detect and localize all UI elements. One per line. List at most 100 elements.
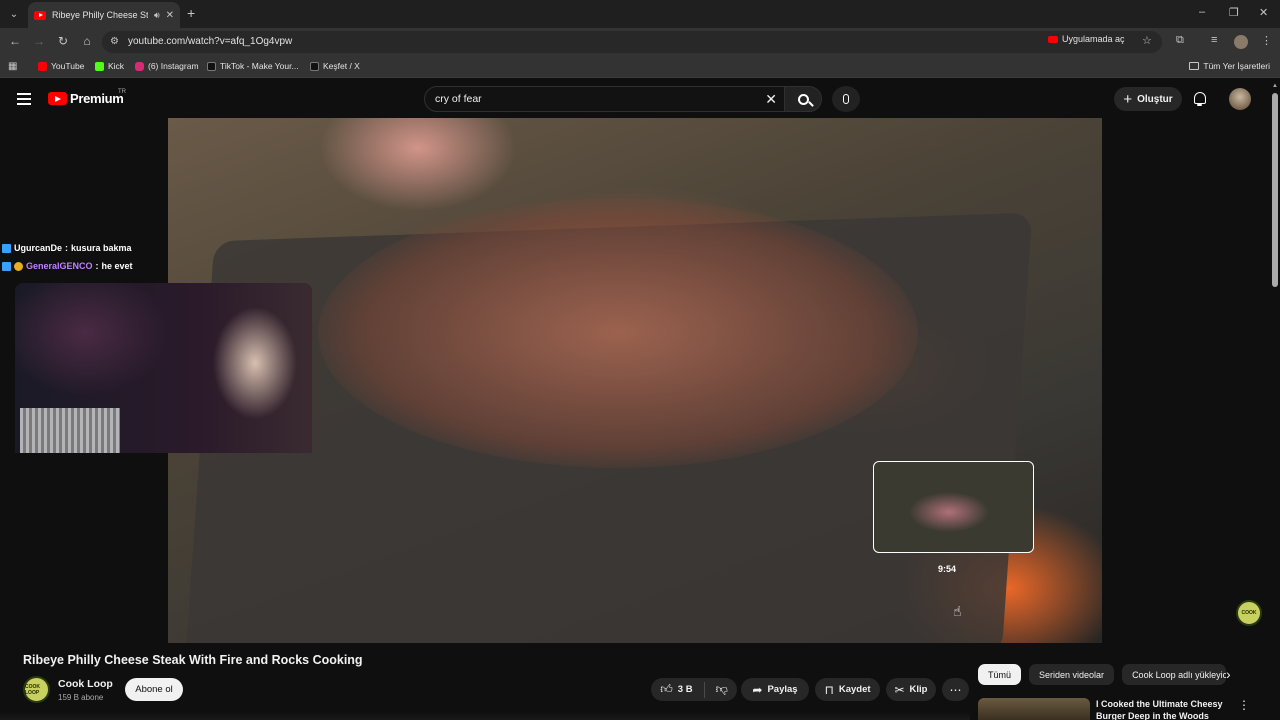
chat-message: he evet	[101, 261, 133, 271]
tab-search-chevron-icon[interactable]: ⌄	[4, 4, 24, 24]
stream-chat-message: UgurcanDe : kusura bakma	[2, 243, 132, 253]
account-avatar[interactable]	[1229, 88, 1251, 110]
chat-badge-icon	[2, 261, 11, 271]
kick-icon	[95, 61, 104, 71]
mouse-pointer-icon: ☝︎	[953, 603, 962, 619]
save-button[interactable]: ⊓ Kaydet	[815, 678, 880, 701]
clip-button[interactable]: ✂ Klip	[886, 678, 936, 701]
logo-text: Premium	[70, 91, 124, 106]
back-arrow-icon[interactable]: ←	[7, 34, 23, 48]
bookmark-youtube[interactable]: YouTube	[38, 61, 84, 71]
page-bottom-fade	[0, 712, 970, 720]
search-query[interactable]: cry of fear	[435, 93, 482, 105]
clip-label: Klip	[909, 684, 928, 695]
instagram-icon	[135, 61, 144, 71]
voice-search-button[interactable]	[832, 86, 860, 112]
site-settings-icon[interactable]: ⚙︎	[110, 36, 119, 47]
address-url[interactable]: youtube.com/watch?v=afq_1Og4vpw	[128, 36, 292, 47]
extensions-puzzle-icon[interactable]: ⧉	[1176, 34, 1184, 47]
minimize-window-button[interactable]: –	[1199, 6, 1205, 18]
channel-watermark-logo[interactable]: COOK	[1236, 600, 1262, 626]
folder-icon	[1189, 62, 1200, 70]
bookmark-x[interactable]: Keşfet / X	[310, 61, 360, 71]
bookmarks-bar: ▦ YouTube Kick (6) Instagram TikTok - Ma…	[0, 56, 1280, 78]
youtube-favicon-icon	[34, 10, 46, 20]
all-bookmarks-label: Tüm Yer İşaretleri	[1203, 61, 1270, 71]
more-actions-button[interactable]: ⋯	[942, 678, 969, 701]
apps-grid-icon[interactable]: ▦	[8, 61, 17, 72]
country-code: TR	[118, 89, 126, 95]
menu-hamburger-icon[interactable]	[17, 93, 31, 105]
tab-close-icon[interactable]: ✕	[166, 10, 174, 21]
forward-arrow-icon[interactable]: →	[31, 34, 47, 48]
chip-all[interactable]: Tümü	[978, 664, 1022, 685]
recommended-more-kebab-icon[interactable]: ⋮	[1238, 698, 1250, 712]
address-bar[interactable]: ⚙︎ youtube.com/watch?v=afq_1Og4vpw	[102, 31, 1162, 53]
youtube-premium-logo[interactable]: Premium	[48, 91, 124, 106]
page-scrollbar[interactable]: ▲	[1270, 81, 1280, 720]
chat-subscriber-badge-icon	[14, 261, 23, 271]
bookmark-save-icon: ⊓	[824, 682, 834, 697]
all-bookmarks-button[interactable]: Tüm Yer İşaretleri	[1189, 61, 1270, 71]
streamer-webcam-overlay	[15, 283, 312, 453]
scroll-up-arrow-icon[interactable]: ▲	[1272, 83, 1278, 89]
share-arrow-icon: ➦	[752, 682, 763, 697]
recommended-video-thumbnail[interactable]	[978, 698, 1090, 720]
browser-menu-kebab-icon[interactable]: ⋮	[1261, 34, 1272, 47]
microphone-icon	[843, 94, 849, 104]
scrollbar-thumb[interactable]	[1272, 93, 1278, 287]
recommended-video-title[interactable]: I Cooked the Ultimate Cheesy Burger Deep…	[1096, 698, 1224, 720]
plus-icon: +	[1123, 90, 1133, 108]
subscribe-button[interactable]: Abone ol	[125, 678, 183, 701]
channel-name[interactable]: Cook Loop	[58, 678, 113, 690]
clear-search-icon[interactable]: ✕	[765, 91, 777, 108]
browser-profile-avatar[interactable]	[1234, 35, 1248, 49]
player-area: 9:54 ☝︎ UgurcanDe : kusura bakma General…	[0, 118, 1270, 643]
scissors-icon: ✂	[894, 682, 905, 697]
chips-next-chevron-icon[interactable]: ›	[1226, 666, 1231, 682]
restore-window-button[interactable]: ❐	[1229, 6, 1239, 19]
bookmark-label: Keşfet / X	[323, 61, 360, 71]
bookmark-label: (6) Instagram	[148, 61, 199, 71]
youtube-app-icon	[1048, 35, 1058, 43]
thumbs-up-icon[interactable]: 👍︎	[660, 682, 673, 697]
youtube-icon	[38, 61, 47, 71]
browser-tab-strip: ⌄ Ribeye Philly Cheese Steak With Fire a…	[0, 0, 1280, 28]
like-count[interactable]: 3 B	[678, 684, 693, 695]
chip-from-uploader[interactable]: Cook Loop adlı yükleyiciden	[1122, 664, 1227, 685]
bookmark-star-icon[interactable]: ☆	[1142, 34, 1152, 47]
new-tab-plus-icon[interactable]: +	[187, 5, 195, 21]
channel-avatar[interactable]: COOK LOOP	[23, 676, 50, 703]
share-label: Paylaş	[767, 684, 798, 695]
open-in-app-label: Uygulamada aç	[1062, 34, 1125, 44]
chat-badge-icon	[2, 243, 11, 253]
bookmark-tiktok[interactable]: TikTok - Make Your...	[207, 61, 299, 71]
video-title: Ribeye Philly Cheese Steak With Fire and…	[23, 653, 363, 667]
reload-icon[interactable]: ↻	[55, 34, 71, 48]
create-label: Oluştur	[1137, 93, 1173, 105]
close-window-button[interactable]: ✕	[1259, 6, 1268, 19]
home-icon[interactable]: ⌂	[79, 34, 95, 48]
create-button[interactable]: + Oluştur	[1114, 87, 1182, 111]
save-label: Kaydet	[838, 684, 871, 695]
bookmark-instagram[interactable]: (6) Instagram	[135, 61, 199, 71]
search-input[interactable]: cry of fear ✕	[424, 86, 786, 112]
media-controls-icon[interactable]: ≡	[1211, 34, 1217, 46]
bookmark-kick[interactable]: Kick	[95, 61, 124, 71]
youtube-masthead: Premium TR cry of fear ✕ + Oluştur	[0, 81, 1280, 118]
seek-preview-time: 9:54	[938, 564, 957, 574]
search-button[interactable]	[784, 86, 822, 112]
related-filter-chips: Tümü Seriden videolar Cook Loop adlı yük…	[978, 664, 1227, 685]
notifications-bell-icon[interactable]	[1194, 92, 1206, 106]
speaker-icon[interactable]: 🔊︎	[154, 10, 160, 21]
bookmark-label: Kick	[108, 61, 125, 71]
chip-from-series[interactable]: Seriden videolar	[1029, 664, 1115, 685]
share-button[interactable]: ➦ Paylaş	[741, 678, 809, 701]
bookmark-label: YouTube	[51, 61, 85, 71]
open-in-app-button[interactable]: Uygulamada aç	[1048, 34, 1125, 44]
tiktok-icon	[207, 61, 216, 71]
subscriber-count: 159 B abone	[58, 693, 104, 702]
browser-tab-active[interactable]: Ribeye Philly Cheese Steak With Fire and…	[28, 2, 180, 28]
thumbs-down-icon[interactable]: 👎︎	[716, 682, 728, 697]
like-divider	[703, 681, 705, 698]
